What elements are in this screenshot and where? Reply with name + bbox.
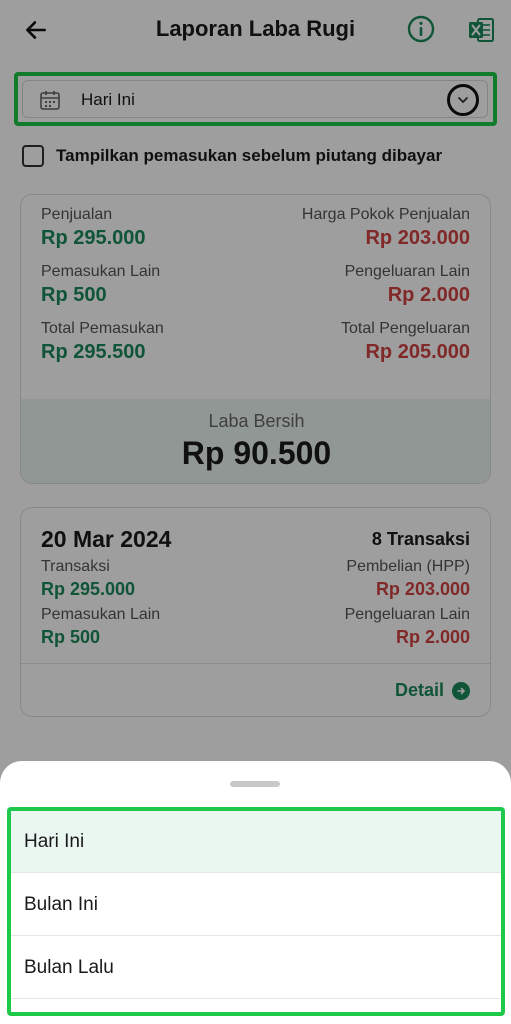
- option-label: Hari Ini: [24, 830, 85, 852]
- period-options-list: Hari Ini Bulan Ini Bulan Lalu: [7, 807, 505, 1016]
- period-bottom-sheet: Hari Ini Bulan Ini Bulan Lalu: [0, 761, 511, 1024]
- option-label: Bulan Ini: [24, 893, 98, 915]
- option-bulan-lalu[interactable]: Bulan Lalu: [11, 937, 501, 999]
- option-label: Bulan Lalu: [24, 956, 114, 978]
- option-bulan-ini[interactable]: Bulan Ini: [11, 874, 501, 936]
- sheet-drag-handle[interactable]: [230, 781, 280, 787]
- option-hari-ini[interactable]: Hari Ini: [11, 811, 501, 873]
